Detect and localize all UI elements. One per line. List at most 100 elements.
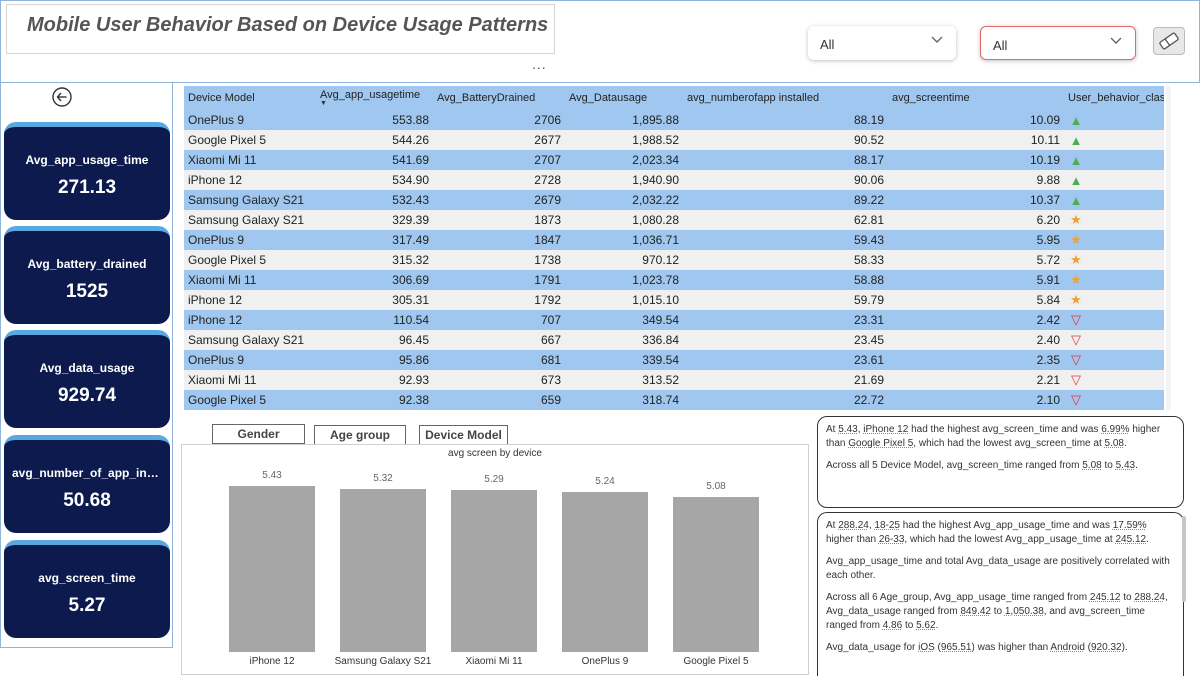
table-cell: 1,015.10 — [565, 290, 683, 310]
narrative-text: Avg_data_usage for — [826, 642, 919, 653]
table-cell: ▲ — [1064, 190, 1164, 210]
tab-age-group[interactable]: Age group — [314, 425, 406, 445]
table-cell: 62.81 — [683, 210, 888, 230]
table-cell: 544.26 — [316, 130, 433, 150]
table-row[interactable]: iPhone 12 305.31 1792 1,015.10 59.79 5.84 ★ — [184, 290, 1164, 310]
table-cell: 58.88 — [683, 270, 888, 290]
table-row[interactable]: Google Pixel 5 315.32 1738 970.12 58.33 5.72 ★ — [184, 250, 1164, 270]
narrative-highlight: 288.24 — [838, 520, 869, 531]
narrative-highlight: 5.43 — [1115, 460, 1136, 471]
narrative-scrollbar[interactable] — [1182, 516, 1186, 602]
table-cell: 306.69 — [316, 270, 433, 290]
column-header[interactable]: avg_screentime — [888, 86, 1064, 110]
table-cell: ★ — [1064, 230, 1164, 250]
table-cell: ▽ — [1064, 310, 1164, 330]
table-row[interactable]: Xiaomi Mi 11 306.69 1791 1,023.78 58.88 5.91 ★ — [184, 270, 1164, 290]
device-table[interactable]: Device Model Avg_app_usagetime ▼ Avg_Batt… — [184, 86, 1164, 410]
clear-filters-button[interactable] — [1153, 27, 1185, 55]
table-cell: Xiaomi Mi 11 — [184, 150, 316, 170]
narrative-paragraph: Across all 5 Device Model, avg_screen_ti… — [826, 459, 1175, 473]
table-row[interactable]: Google Pixel 5 92.38 659 318.74 22.72 2.10 ▽ — [184, 390, 1164, 410]
table-cell: 90.52 — [683, 130, 888, 150]
triangle-down-icon: ▽ — [1071, 352, 1081, 367]
narrative-highlight: iOS — [918, 642, 935, 653]
bar[interactable] — [340, 489, 426, 652]
table-scrollbar[interactable] — [1166, 86, 1171, 410]
table-row[interactable]: Samsung Galaxy S21 532.43 2679 2,032.22 89.2… — [184, 190, 1164, 210]
tab-gender[interactable]: Gender — [212, 424, 305, 444]
narrative-text: Across all 5 Device Model, avg_screen_ti… — [826, 460, 1083, 471]
table-row[interactable]: Xiaomi Mi 11 541.69 2707 2,023.34 88.17 10.19… — [184, 150, 1164, 170]
table-cell: Google Pixel 5 — [184, 250, 316, 270]
table-cell: 2706 — [433, 110, 565, 130]
data-label: 5.43 — [262, 470, 282, 481]
table-cell: 336.84 — [565, 330, 683, 350]
table-row[interactable]: Samsung Galaxy S21 96.45 667 336.84 23.45 2.4… — [184, 330, 1164, 350]
table-cell: 6.20 — [888, 210, 1064, 230]
bar[interactable] — [562, 491, 648, 652]
table-cell: 532.43 — [316, 190, 433, 210]
table-cell: 10.19 — [888, 150, 1064, 170]
table-cell: 1,988.52 — [565, 130, 683, 150]
star-icon: ★ — [1070, 292, 1082, 307]
column-header-sorted[interactable]: Avg_app_usagetime ▼ — [316, 86, 433, 110]
bar[interactable] — [229, 486, 315, 652]
table-cell: 2.40 — [888, 330, 1064, 350]
table-cell: 1,895.88 — [565, 110, 683, 130]
table-cell: 1,036.71 — [565, 230, 683, 250]
kpi-value: 271.13 — [57, 177, 117, 198]
filter-dropdown-1[interactable]: All — [808, 26, 956, 60]
table-cell: 1792 — [433, 290, 565, 310]
table-row[interactable]: iPhone 12 110.54 707 349.54 23.31 2.42 ▽ — [184, 310, 1164, 330]
table-cell: 2.10 — [888, 390, 1064, 410]
table-row[interactable]: Google Pixel 5 544.26 2677 1,988.52 90.52 10.… — [184, 130, 1164, 150]
triangle-up-icon: ▲ — [1069, 152, 1083, 168]
table-cell: ▽ — [1064, 350, 1164, 370]
column-header[interactable]: Device Model — [184, 86, 316, 110]
arrow-left-circle-icon[interactable] — [51, 86, 73, 108]
bar[interactable] — [673, 496, 759, 652]
more-options-icon[interactable]: ... — [532, 56, 547, 72]
narrative-text: Across all 6 Age_group, Avg_app_usage_ti… — [826, 592, 1090, 603]
column-header[interactable]: Avg_Datausage — [565, 86, 683, 110]
table-cell: 681 — [433, 350, 565, 370]
column-header-label: Avg_app_usagetime — [320, 89, 421, 101]
table-cell: 22.72 — [683, 390, 888, 410]
table-row[interactable]: OnePlus 9 553.88 2706 1,895.88 88.19 10.09 ▲ — [184, 110, 1164, 130]
narrative-highlight: 849.42 — [960, 606, 991, 617]
narrative-text: higher than — [826, 534, 879, 545]
filter-dropdown-2[interactable]: All — [980, 26, 1136, 60]
narrative-card-device: At 5.43, iPhone 12 had the highest avg_s… — [817, 416, 1184, 508]
kpi-label: avg_screen_time — [38, 571, 136, 585]
table-row[interactable]: OnePlus 9 317.49 1847 1,036.71 59.43 5.95 ★ — [184, 230, 1164, 250]
table-cell: 89.22 — [683, 190, 888, 210]
table-cell: ▲ — [1064, 130, 1164, 150]
kpi-card-apps-installed: avg_number_of_app_inst... 50.68 — [4, 435, 170, 533]
table-cell: 305.31 — [316, 290, 433, 310]
category-label: Xiaomi Mi 11 — [465, 656, 523, 667]
table-row[interactable]: iPhone 12 534.90 2728 1,940.90 90.06 9.88 ▲ — [184, 170, 1164, 190]
table-cell: 5.72 — [888, 250, 1064, 270]
column-header[interactable]: Avg_BatteryDrained — [433, 86, 565, 110]
filter-dropdown-1-value: All — [820, 37, 835, 52]
tab-device-model[interactable]: Device Model — [419, 425, 508, 445]
column-header[interactable]: avg_numberofapp installed — [683, 86, 888, 110]
category-label: OnePlus 9 — [581, 656, 629, 667]
column-header[interactable]: User_behavior_class — [1064, 86, 1164, 110]
table-cell: Samsung Galaxy S21 — [184, 330, 316, 350]
category-label: iPhone 12 — [249, 656, 295, 667]
table-row[interactable]: OnePlus 9 95.86 681 339.54 23.61 2.35 ▽ — [184, 350, 1164, 370]
narrative-paragraph: Across all 6 Age_group, Avg_app_usage_ti… — [826, 591, 1175, 633]
narrative-text: to — [1101, 460, 1116, 471]
sort-descending-icon: ▼ — [320, 100, 327, 107]
triangle-up-icon: ▲ — [1069, 112, 1083, 128]
table-cell: 21.69 — [683, 370, 888, 390]
table-row[interactable]: Xiaomi Mi 11 92.93 673 313.52 21.69 2.21 ▽ — [184, 370, 1164, 390]
data-label: 5.29 — [484, 474, 504, 486]
table-cell: 329.39 — [316, 210, 433, 230]
narrative-highlight: 245.12 — [1089, 592, 1121, 603]
kpi-label: avg_number_of_app_inst... — [12, 466, 168, 480]
bar[interactable] — [451, 490, 537, 652]
table-row[interactable]: Samsung Galaxy S21 329.39 1873 1,080.28 62.8… — [184, 210, 1164, 230]
table-cell: ▲ — [1064, 110, 1164, 130]
